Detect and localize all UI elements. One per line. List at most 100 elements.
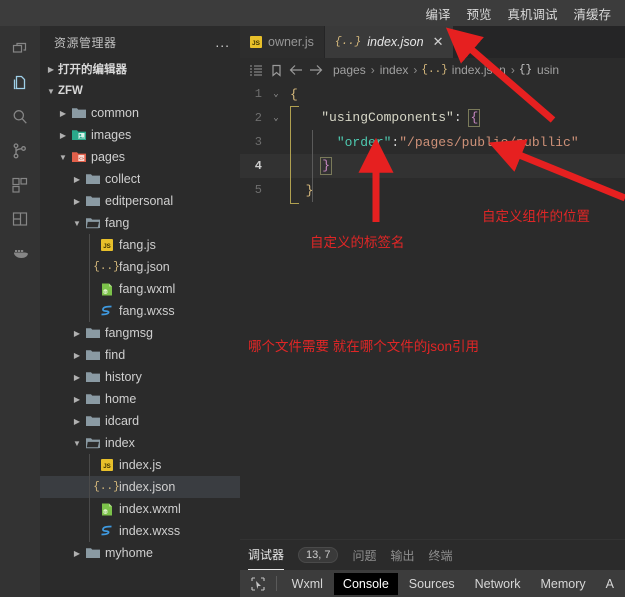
sidebar-item-collect[interactable]: ▶collect [40,168,240,190]
panel-tab-problems[interactable]: 问题 [352,541,376,569]
sidebar-item-index-js[interactable]: JSindex.js [40,454,240,476]
code-line[interactable]: 5 } [240,178,625,202]
devtools-tab-application[interactable]: A [597,573,623,595]
menu-item-device-debug[interactable]: 真机调试 [507,4,557,23]
svg-text:JS: JS [103,243,111,250]
line-number: 3 [240,135,268,149]
close-icon[interactable]: ✕ [433,34,444,50]
devtools-tab-wxml[interactable]: Wxml [283,573,332,595]
breadcrumb-pages[interactable]: pages [333,63,366,77]
source-control-icon[interactable] [0,134,40,168]
files-explorer-icon[interactable] [0,66,40,100]
sidebar-item-common[interactable]: ▶ common [40,102,240,124]
menu-item-compile[interactable]: 编译 [425,4,450,23]
navigate-forward-icon[interactable] [306,64,326,76]
folder-icon [84,195,101,207]
sidebar-item-fang-wxml[interactable]: <> fang.wxml [40,278,240,300]
sidebar-item-idcard[interactable]: ▶idcard [40,410,240,432]
code-token: "usingComponents" [321,110,454,125]
indent-guide [89,498,90,520]
sidebar-item-label: common [91,106,139,120]
tab-owner-js[interactable]: JS owner.js [240,26,325,58]
sidebar-item-images[interactable]: ▶images [40,124,240,146]
save-layout-icon[interactable] [0,202,40,236]
code-token: { [290,87,298,102]
indent-guide [89,278,90,300]
devtools-tab-network[interactable]: Network [466,573,530,595]
chevron-right-icon: ▶ [56,109,70,118]
devtools-tab-memory[interactable]: Memory [532,573,595,595]
panel-tab-output[interactable]: 输出 [391,541,415,569]
menu-item-clear-cache[interactable]: 清缓存 [573,4,611,23]
sidebar-item-index[interactable]: ▼index [40,432,240,454]
tab-index-json[interactable]: {..} index.json ✕ [325,26,455,58]
folder-icon [84,349,101,361]
devtools-tab-console[interactable]: Console [334,573,398,595]
sidebar-item-index-wxml[interactable]: <>index.wxml [40,498,240,520]
panel-tab-debugger[interactable]: 调试器 [248,541,284,570]
breadcrumb-using-components[interactable]: usin [537,63,559,77]
window-restore-icon[interactable] [0,32,40,66]
fold-chevron-down-icon[interactable]: ⌄ [268,113,284,123]
sidebar-item-label: fang.wxml [119,282,175,296]
line-number: 1 [240,87,268,101]
code-line[interactable]: 1⌄ { [240,82,625,106]
explorer-header: 资源管理器 ... [40,26,240,58]
sidebar-item-fangmsg[interactable]: ▶fangmsg [40,322,240,344]
activity-bar [0,26,40,597]
js-icon: JS [98,239,115,251]
wxml-icon: <> [98,503,115,516]
breadcrumb-separator: › [413,63,417,77]
menu-item-preview[interactable]: 预览 [466,4,491,23]
code-editor[interactable]: 1⌄{2⌄ "usingComponents": {3 "order":"/pa… [240,82,625,539]
search-icon[interactable] [0,100,40,134]
sidebar-item-index-wxss[interactable]: index.wxss [40,520,240,542]
folder-icon [84,393,101,405]
sidebar-item-label: myhome [105,546,153,560]
sidebar-item-myhome[interactable]: ▶myhome [40,542,240,564]
line-number: 5 [240,183,268,197]
sidebar-item-editpersonal[interactable]: ▶editpersonal [40,190,240,212]
bookmark-icon[interactable] [266,64,286,77]
navigate-back-icon[interactable] [286,64,306,76]
more-actions-icon[interactable]: ... [215,34,230,50]
code-line[interactable]: 2⌄ "usingComponents": { [240,106,625,130]
tab-label: owner.js [268,35,314,49]
fold-chevron-down-icon[interactable]: ⌄ [268,89,284,99]
code-token: } [320,157,332,175]
chevron-down-icon: ▼ [70,219,84,228]
sidebar-item-label: home [105,392,136,406]
breadcrumb-index-json[interactable]: index.json [452,63,506,77]
devtools-tab-sources[interactable]: Sources [400,573,464,595]
cursor-select-icon[interactable] [246,577,270,591]
panel-tab-terminal[interactable]: 终端 [429,541,453,569]
sidebar-item-label: index.json [119,480,175,494]
sidebar-item-find[interactable]: ▶find [40,344,240,366]
sidebar-item-fang-json[interactable]: {..}fang.json [40,256,240,278]
code-line[interactable]: 4 } [240,154,625,178]
docker-icon[interactable] [0,236,40,270]
sidebar-item-fang-js[interactable]: JSfang.js [40,234,240,256]
sidebar-item-project-root[interactable]: ▼ ZFW [40,80,240,102]
devtools-tab-bar: Wxml Console Sources Network Memory A [240,570,625,597]
breadcrumb-index[interactable]: index [380,63,409,77]
sidebar-item-home[interactable]: ▶home [40,388,240,410]
sidebar-item-history[interactable]: ▶history [40,366,240,388]
extensions-icon[interactable] [0,168,40,202]
outline-list-icon[interactable] [246,64,266,77]
sidebar-item-index-json[interactable]: {..}index.json [40,476,240,498]
chevron-right-icon: ▶ [70,329,84,338]
folder-icon [84,547,101,559]
sidebar-item-label: history [105,370,142,384]
svg-text:JS: JS [252,40,261,47]
line-number: 4 [240,159,268,173]
sidebar-item-pages[interactable]: ▼<>pages [40,146,240,168]
sidebar-item-fang-wxss[interactable]: fang.wxss [40,300,240,322]
divider [276,576,277,591]
svg-text:JS: JS [103,463,111,470]
sidebar-item-open-editors[interactable]: ▶ 打开的编辑器 [40,58,240,80]
code-line[interactable]: 3 "order":"/pages/public/publlic" [240,130,625,154]
sidebar-item-fang[interactable]: ▼fang [40,212,240,234]
wxml-icon: <> [98,283,115,296]
indent-guide [89,520,90,542]
